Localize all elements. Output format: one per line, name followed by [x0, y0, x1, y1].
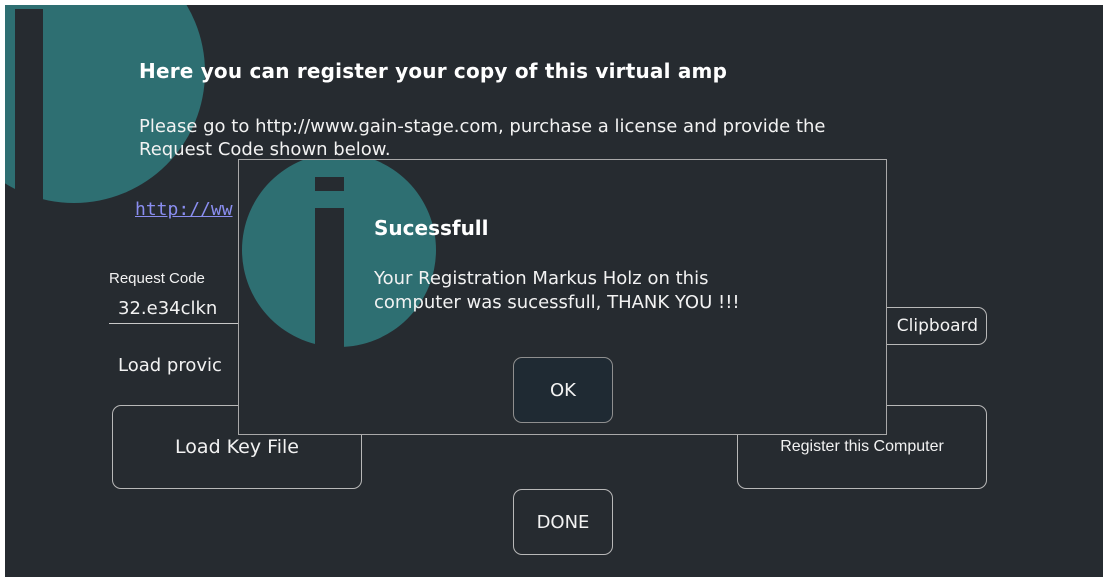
website-link[interactable]: http://ww: [135, 199, 233, 220]
success-dialog: Sucessfull Your Registration Markus Holz…: [238, 159, 887, 435]
request-code-field[interactable]: 32.e34clkn: [118, 298, 217, 319]
registration-window: Here you can register your copy of this …: [5, 5, 1103, 577]
dialog-title: Sucessfull: [374, 216, 489, 240]
dialog-message-line-1: Your Registration Markus Holz on this: [374, 268, 709, 289]
done-button[interactable]: DONE: [513, 489, 613, 555]
info-icon: [5, 5, 205, 203]
instructions-line-1: Please go to http://www.gain-stage.com, …: [139, 116, 826, 137]
info-icon: [242, 160, 436, 358]
ok-button[interactable]: OK: [513, 357, 613, 423]
request-code-label: Request Code: [109, 270, 205, 287]
load-provided-label: Load provic: [118, 355, 222, 376]
page-title: Here you can register your copy of this …: [139, 59, 728, 83]
dialog-message-line-2: computer was sucessfull, THANK YOU !!!: [374, 292, 740, 313]
instructions-line-2: Request Code shown below.: [139, 139, 391, 160]
